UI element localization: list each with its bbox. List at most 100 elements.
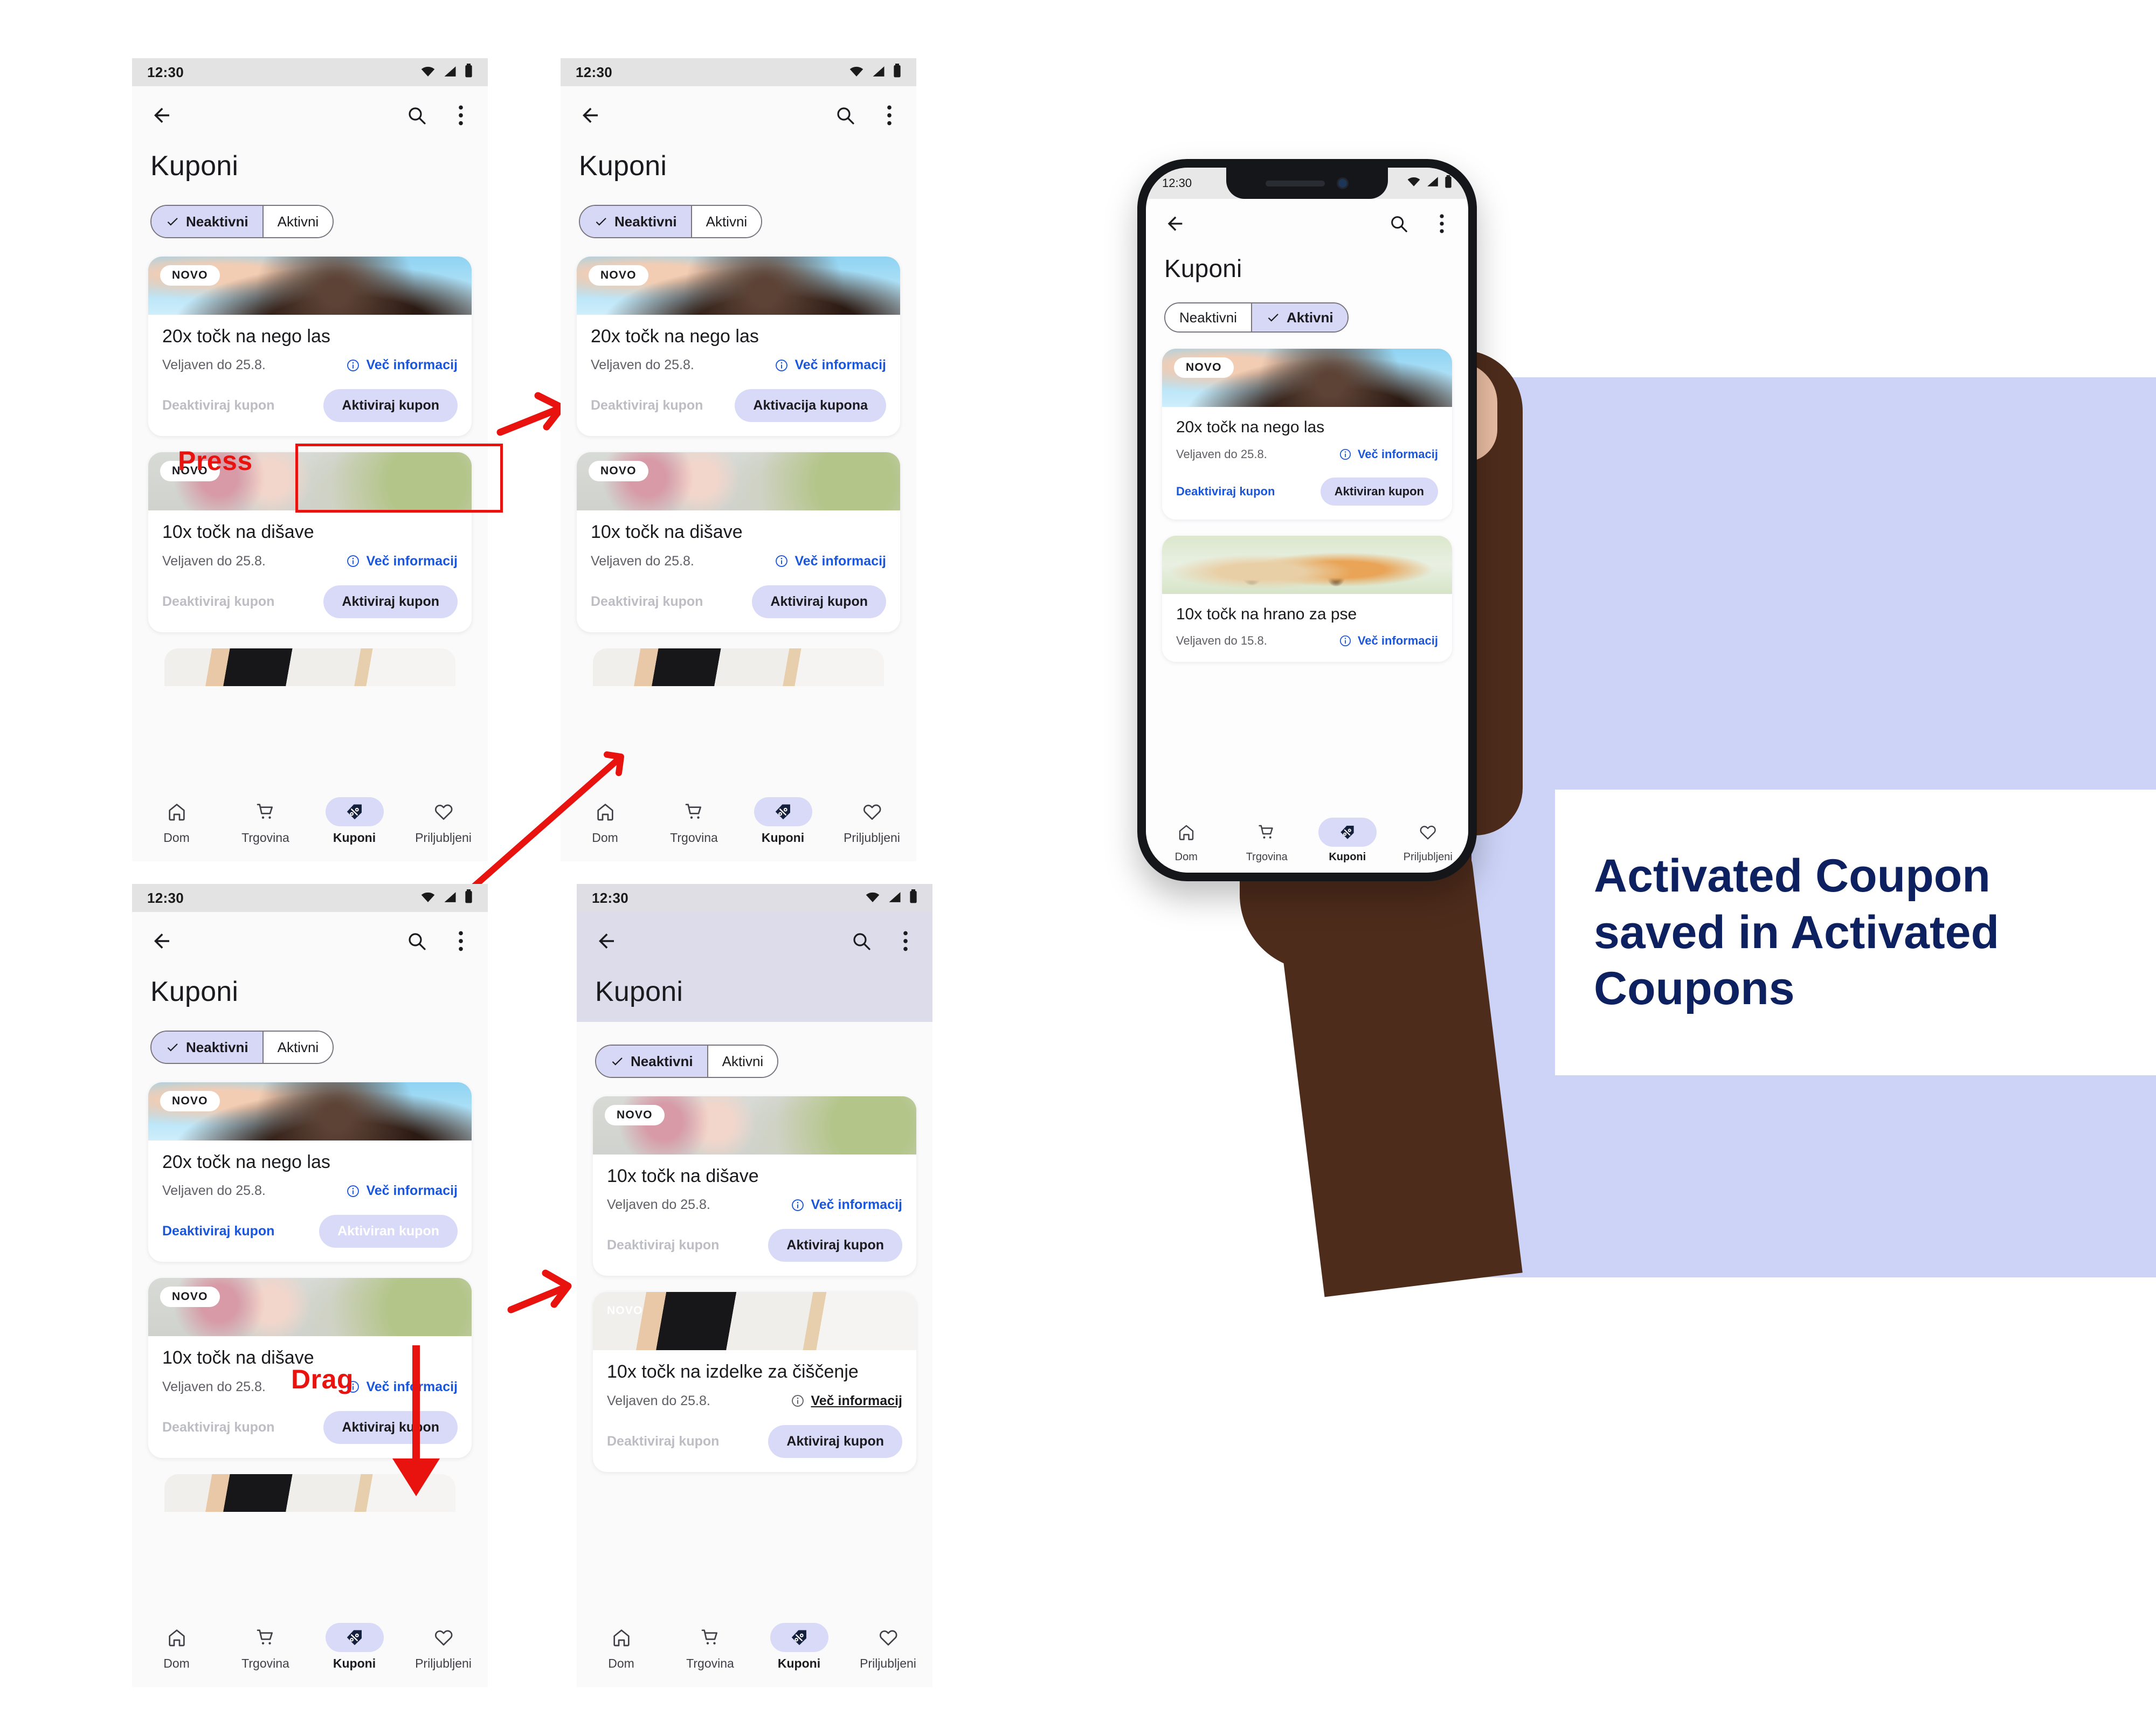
coupon-title: 10x točk na dišave [591, 522, 743, 543]
more-info-link[interactable]: Več informacij [775, 357, 886, 373]
coupon-status-segmented-control[interactable]: Neaktivni Aktivni [1164, 302, 1349, 333]
bottom-navigation-bar: Dom Trgovina Kuponi Priljubljeni [132, 780, 488, 861]
info-icon [347, 1185, 360, 1197]
nav-item-priljubljeni[interactable]: Priljubljeni [827, 797, 916, 845]
signal-icon [872, 64, 886, 81]
back-arrow-icon[interactable] [150, 930, 173, 952]
overflow-menu-icon[interactable] [881, 105, 898, 126]
nav-item-trgovina[interactable]: Trgovina [1227, 818, 1308, 863]
more-info-link[interactable]: Več informacij [346, 357, 458, 373]
overflow-menu-icon[interactable] [452, 930, 469, 952]
nav-label: Kuponi [1329, 851, 1366, 863]
nav-item-kuponi[interactable]: Kuponi [1307, 817, 1388, 863]
nav-item-dom[interactable]: Dom [1146, 818, 1227, 863]
more-info-link[interactable]: Več informacij [775, 554, 886, 569]
activate-coupon-button[interactable]: Aktiviraj kupon [768, 1229, 902, 1262]
tab-neaktivni[interactable]: Neaktivni [151, 1032, 262, 1063]
tab-aktivni[interactable]: Aktivni [690, 206, 762, 237]
activating-coupon-button[interactable]: Aktivacija kupona [735, 389, 886, 423]
more-info-link[interactable]: Več informacij [791, 1393, 902, 1409]
info-icon [347, 360, 360, 371]
activate-coupon-button[interactable]: Aktiviraj kupon [752, 585, 886, 618]
back-arrow-icon[interactable] [1164, 213, 1186, 234]
check-icon [1266, 310, 1280, 324]
coupon-validity: Veljaven do 25.8. [1176, 447, 1267, 461]
nav-item-priljubljeni[interactable]: Priljubljeni [399, 1623, 488, 1671]
coupon-status-segmented-control[interactable]: Neaktivni Aktivni [150, 1031, 334, 1064]
coupon-card[interactable]: 10x točk na hrano za pse Veljaven do 15.… [1162, 535, 1452, 662]
tab-neaktivni[interactable]: Neaktivni [580, 206, 691, 237]
signal-icon [888, 890, 902, 907]
tab-aktivni[interactable]: Aktivni [262, 206, 333, 237]
tab-neaktivni[interactable]: Neaktivni [1165, 303, 1251, 331]
coupon-card[interactable]: NOVO 10x točk na dišave Veljaven do 25.8… [593, 1096, 916, 1276]
nav-item-trgovina[interactable]: Trgovina [221, 1623, 310, 1671]
deactivate-coupon-link[interactable]: Deaktiviraj kupon [1176, 485, 1275, 499]
more-info-link[interactable]: Več informacij [1339, 634, 1438, 648]
deactivate-coupon-link[interactable]: Deaktiviraj kupon [162, 1224, 274, 1239]
nav-label: Trgovina [670, 830, 718, 845]
activate-coupon-button[interactable]: Aktiviraj kupon [768, 1425, 902, 1458]
search-icon[interactable] [406, 105, 427, 126]
deactivate-coupon-link: Deaktiviraj kupon [591, 398, 703, 413]
tab-aktivni[interactable]: Aktivni [1250, 303, 1348, 331]
nav-item-kuponi[interactable]: Kuponi [310, 797, 399, 845]
search-icon[interactable] [406, 930, 427, 952]
overflow-menu-icon[interactable] [1434, 213, 1450, 234]
tab-neaktivni[interactable]: Neaktivni [151, 206, 262, 237]
tab-neaktivni-label: Neaktivni [614, 213, 677, 230]
check-icon [165, 1040, 179, 1054]
nav-item-trgovina[interactable]: Trgovina [649, 797, 738, 845]
search-icon[interactable] [851, 930, 872, 952]
coupon-card[interactable]: NOVO 20x točk na nego las Veljaven do 25… [148, 1082, 472, 1262]
app-bar [561, 86, 916, 144]
coupon-status-segmented-control[interactable]: Neaktivni Aktivni [150, 205, 334, 238]
bottom-navigation-bar: Dom Trgovina Kuponi Priljubljeni [1146, 808, 1468, 873]
info-icon [1339, 635, 1351, 647]
coupon-card[interactable]: NOVO 20x točk na nego las Veljaven do 25… [148, 257, 472, 437]
press-highlight-box [295, 444, 503, 513]
more-info-link[interactable]: Več informacij [1339, 447, 1438, 461]
nav-item-trgovina[interactable]: Trgovina [221, 797, 310, 845]
activated-coupon-button[interactable]: Aktiviran kupon [319, 1215, 458, 1248]
tab-aktivni-label: Aktivni [277, 1039, 319, 1055]
deactivate-coupon-link: Deaktiviraj kupon [162, 1419, 275, 1435]
nav-item-priljubljeni[interactable]: Priljubljeni [1388, 818, 1469, 863]
overflow-menu-icon[interactable] [452, 105, 469, 126]
home-icon [592, 1623, 651, 1652]
back-arrow-icon[interactable] [150, 104, 173, 127]
coupon-card[interactable]: NOVO 20x točk na nego las Veljaven do 25… [1162, 349, 1452, 520]
nav-item-kuponi[interactable]: Kuponi [755, 1622, 844, 1671]
coupon-status-segmented-control[interactable]: Neaktivni Aktivni [579, 205, 763, 238]
shopping-cart-icon [237, 797, 295, 826]
back-arrow-icon[interactable] [579, 104, 602, 127]
nav-item-kuponi[interactable]: Kuponi [738, 797, 827, 845]
tab-aktivni[interactable]: Aktivni [262, 1032, 333, 1063]
overflow-menu-icon[interactable] [897, 930, 914, 952]
activate-coupon-button[interactable]: Aktiviraj kupon [323, 389, 458, 423]
search-icon[interactable] [1388, 213, 1409, 234]
activated-coupon-button[interactable]: Aktiviran kupon [1320, 477, 1438, 506]
coupon-status-segmented-control[interactable]: Neaktivni Aktivni [595, 1045, 779, 1078]
coupon-card[interactable]: NOVO 10x točk na izdelke za čiščenje Vel… [593, 1292, 916, 1472]
back-arrow-icon[interactable] [595, 930, 618, 952]
nav-label: Dom [608, 1656, 634, 1670]
tab-aktivni[interactable]: Aktivni [707, 1046, 778, 1077]
more-info-link[interactable]: Več informacij [346, 554, 458, 569]
nav-item-dom[interactable]: Dom [132, 797, 221, 845]
tab-neaktivni[interactable]: Neaktivni [596, 1046, 707, 1077]
coupon-card[interactable]: NOVO 20x točk na nego las Veljaven do 25… [577, 257, 900, 437]
coupon-card[interactable]: NOVO 10x točk na dišave Veljaven do 25.8… [577, 452, 900, 632]
more-info-link[interactable]: Več informacij [791, 1197, 902, 1213]
nav-item-priljubljeni[interactable]: Priljubljeni [844, 1623, 932, 1671]
nav-item-kuponi[interactable]: Kuponi [310, 1622, 399, 1671]
held-phone-device: 12:30 Kuponi Neaktivni Aktivni NOVO 20x … [1137, 159, 1477, 881]
wifi-icon [420, 890, 436, 907]
search-icon[interactable] [834, 105, 856, 126]
app-bar [132, 86, 488, 144]
activate-coupon-button[interactable]: Aktiviraj kupon [323, 585, 458, 618]
nav-item-dom[interactable]: Dom [577, 1623, 666, 1671]
nav-item-dom[interactable]: Dom [132, 1623, 221, 1671]
nav-item-trgovina[interactable]: Trgovina [666, 1623, 755, 1671]
more-info-link[interactable]: Več informacij [346, 1183, 458, 1199]
